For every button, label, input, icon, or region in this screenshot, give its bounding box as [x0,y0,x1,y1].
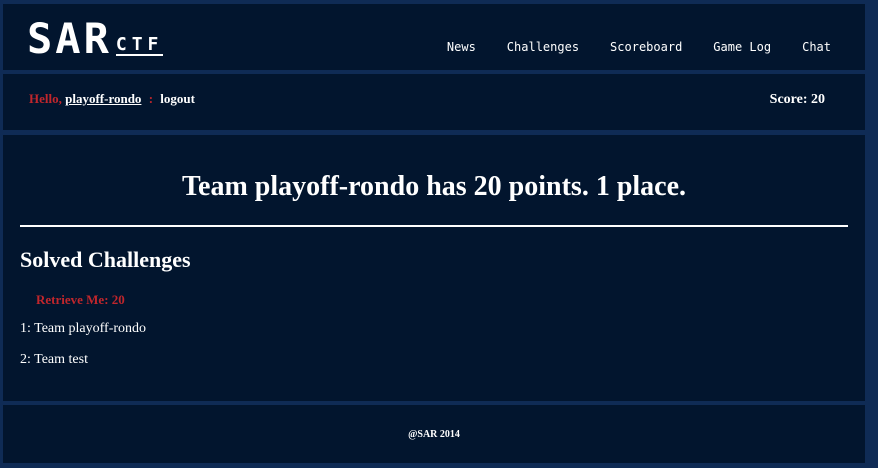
hello-text: Hello, [29,91,62,106]
logout-link[interactable]: logout [160,91,195,106]
logo-main-text: SAR [27,14,112,63]
greeting: Hello, playoff-rondo : logout [29,91,195,107]
header: SAR CTF News Challenges Scoreboard Game … [3,4,865,70]
challenge-name: Retrieve Me: 20 [36,292,125,307]
separator: : [148,91,154,106]
scroll-edge [868,0,878,468]
team-summary-title: Team playoff-rondo has 20 points. 1 plac… [181,171,687,202]
divider [20,225,848,227]
nav-game-log[interactable]: Game Log [713,40,771,54]
main-content: Team playoff-rondo has 20 points. 1 plac… [3,135,865,401]
username-link[interactable]: playoff-rondo [65,91,141,106]
nav-challenges[interactable]: Challenges [507,40,579,54]
user-bar: Hello, playoff-rondo : logout Score: 20 [3,74,865,130]
solved-challenges-heading: Solved Challenges [20,247,191,272]
solver-item: 2: Team test [20,352,88,367]
score-display: Score: 20 [769,92,825,107]
nav-chat[interactable]: Chat [802,40,831,54]
nav-news[interactable]: News [447,40,476,54]
logo[interactable]: SAR CTF [27,14,164,63]
logo-sub-text: CTF [115,34,164,56]
solver-item: 1: Team playoff-rondo [20,321,147,336]
copyright-text: @SAR 2014 [408,429,460,440]
main-nav: News Challenges Scoreboard Game Log Chat [416,40,831,54]
nav-scoreboard[interactable]: Scoreboard [610,40,682,54]
footer: @SAR 2014 [3,405,865,463]
